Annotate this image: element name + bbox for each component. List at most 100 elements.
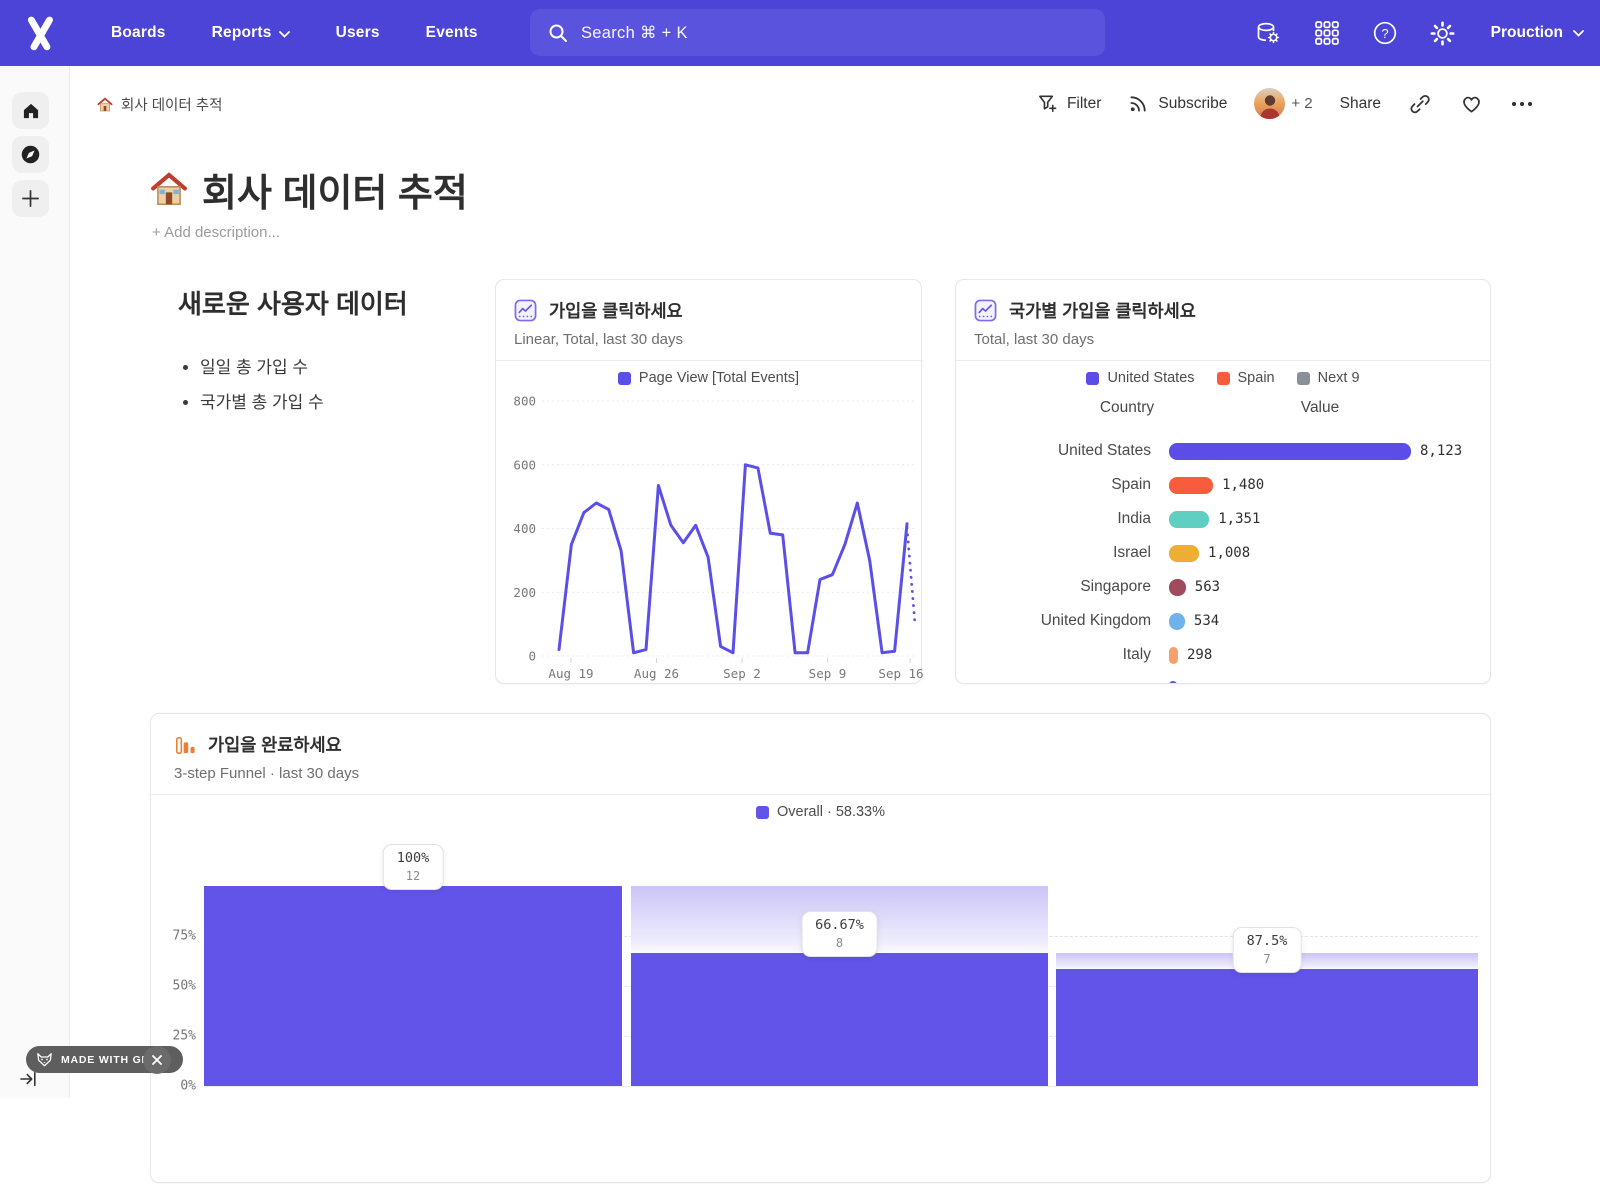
- countries-rows: United States8,123Spain1,480India1,351Is…: [956, 434, 1490, 684]
- nav-boards-label: Boards: [111, 24, 166, 42]
- table-row[interactable]: United States8,123: [956, 434, 1490, 468]
- project-selector[interactable]: Prouction: [1491, 24, 1584, 42]
- funnel-count-label: 12: [397, 869, 430, 883]
- country-label: India: [956, 510, 1151, 528]
- nav-users[interactable]: Users: [336, 24, 380, 42]
- apps-grid-icon[interactable]: [1313, 19, 1341, 47]
- country-label: United States: [956, 442, 1151, 460]
- line-legend: Page View [Total Events]: [496, 370, 921, 386]
- nav-reports-label: Reports: [212, 24, 272, 42]
- legend-label: United States: [1107, 370, 1194, 386]
- line-incomplete-tail: [907, 528, 915, 624]
- gear-icon: [1429, 20, 1456, 47]
- favorite-button[interactable]: [1459, 92, 1483, 116]
- text-card: 새로운 사용자 데이터 일일 총 가입 수 국가별 총 가입 수: [178, 284, 478, 423]
- data-management-icon[interactable]: [1255, 19, 1283, 47]
- country-bar[interactable]: [1169, 647, 1178, 664]
- country-label: Singapore: [956, 578, 1151, 596]
- settings-gear-icon[interactable]: [1429, 19, 1457, 47]
- countries-card-title[interactable]: 국가별 가입을 클릭하세요: [1009, 298, 1196, 323]
- subscribe-button[interactable]: Subscribe: [1128, 93, 1227, 114]
- add-description[interactable]: + Add description...: [152, 224, 280, 241]
- country-bar[interactable]: [1169, 613, 1185, 630]
- page-title: 회사 데이터 추적: [150, 162, 468, 217]
- country-value: 534: [1194, 613, 1219, 629]
- funnel-bar[interactable]: [1056, 969, 1478, 1086]
- table-row[interactable]: Israel1,008: [956, 536, 1490, 570]
- countries-card-header: 국가별 가입을 클릭하세요 Total, last 30 days: [956, 280, 1490, 361]
- table-row[interactable]: United Kingdom534: [956, 604, 1490, 638]
- table-row[interactable]: India1,351: [956, 502, 1490, 536]
- countries-chart-card[interactable]: 국가별 가입을 클릭하세요 Total, last 30 days United…: [955, 279, 1491, 684]
- funnel-chart-card[interactable]: 가입을 완료하세요 3-step Funnel · last 30 days O…: [150, 713, 1491, 1183]
- nav-events[interactable]: Events: [426, 24, 478, 42]
- filter-button[interactable]: Filter: [1037, 93, 1101, 114]
- nav-boards[interactable]: Boards: [111, 24, 166, 42]
- line-card-subtitle: Linear, Total, last 30 days: [514, 331, 903, 348]
- main-nav: Boards Reports Users Events: [88, 24, 501, 42]
- legend-swatch: [1217, 372, 1230, 385]
- plus-icon: [21, 189, 40, 208]
- search-input[interactable]: Search ⌘ + K: [530, 9, 1105, 56]
- mixpanel-logo[interactable]: [18, 11, 62, 55]
- countries-card-subtitle: Total, last 30 days: [974, 331, 1472, 348]
- line-chart-plot[interactable]: 0200400600800Aug 19Aug 26Sep 2Sep 9Sep 1…: [496, 388, 923, 684]
- line-card-title[interactable]: 가입을 클릭하세요: [549, 298, 683, 323]
- avatar: [1254, 88, 1285, 119]
- navbar-right: ? Prouction: [1255, 0, 1584, 66]
- funnel-pct-label: 100%: [397, 850, 430, 866]
- table-row-clipped[interactable]: [956, 672, 1490, 684]
- line-chart-card[interactable]: 가입을 클릭하세요 Linear, Total, last 30 days Pa…: [495, 279, 922, 684]
- country-bar[interactable]: [1169, 477, 1213, 494]
- funnel-y-label: 50%: [156, 979, 196, 994]
- bullet-item: 국가별 총 가입 수: [200, 388, 478, 413]
- table-row[interactable]: Italy298: [956, 638, 1490, 672]
- main-content: 회사 데이터 추적 Filter Subscribe: [70, 66, 1600, 1098]
- line-series[interactable]: [559, 465, 907, 653]
- sidebar-add-button[interactable]: [12, 180, 49, 217]
- country-bar[interactable]: [1169, 579, 1186, 596]
- close-icon: [152, 1055, 162, 1065]
- funnel-bar[interactable]: [204, 886, 622, 1086]
- funnel-y-label: 0%: [156, 1079, 196, 1094]
- link-icon: [1409, 93, 1431, 115]
- breadcrumb[interactable]: 회사 데이터 추적: [97, 94, 222, 115]
- breadcrumb-label: 회사 데이터 추적: [121, 94, 222, 115]
- house-emoji-icon: [150, 171, 188, 209]
- ellipsis-icon: [1511, 101, 1533, 107]
- collaborators[interactable]: + 2: [1254, 88, 1312, 119]
- more-options-button[interactable]: [1510, 92, 1534, 116]
- country-bar[interactable]: [1169, 681, 1177, 685]
- nav-reports[interactable]: Reports: [212, 24, 290, 42]
- help-icon[interactable]: ?: [1371, 19, 1399, 47]
- overlay-close-button[interactable]: [143, 1046, 171, 1074]
- page-title-text: 회사 데이터 추적: [202, 162, 468, 217]
- country-bar[interactable]: [1169, 511, 1209, 528]
- table-row[interactable]: Singapore563: [956, 570, 1490, 604]
- svg-text:Sep 9: Sep 9: [809, 666, 847, 681]
- table-row[interactable]: Spain1,480: [956, 468, 1490, 502]
- share-button[interactable]: Share: [1340, 95, 1381, 113]
- left-sidebar: [0, 66, 70, 1098]
- legend-item[interactable]: United States: [1086, 370, 1194, 386]
- svg-text:800: 800: [513, 394, 536, 409]
- sidebar-discover-button[interactable]: [12, 136, 49, 173]
- country-bar[interactable]: [1169, 443, 1411, 460]
- copy-link-button[interactable]: [1408, 92, 1432, 116]
- avatar-more-count: + 2: [1291, 95, 1312, 112]
- country-bar[interactable]: [1169, 545, 1199, 562]
- sidebar-collapse-button[interactable]: [20, 1071, 38, 1092]
- funnel-count-label: 7: [1247, 952, 1288, 966]
- funnel-pct-label: 66.67%: [815, 917, 864, 933]
- funnel-y-label: 75%: [156, 929, 196, 944]
- funnel-bar[interactable]: [631, 953, 1048, 1086]
- svg-text:400: 400: [513, 521, 536, 536]
- legend-item[interactable]: Page View [Total Events]: [618, 370, 799, 386]
- legend-label: Spain: [1238, 370, 1275, 386]
- legend-item[interactable]: Next 9: [1297, 370, 1360, 386]
- bar-chart-icon: [974, 299, 997, 322]
- bullet-item: 일일 총 가입 수: [200, 353, 478, 378]
- country-label: Spain: [956, 476, 1151, 494]
- legend-item[interactable]: Spain: [1217, 370, 1275, 386]
- sidebar-home-button[interactable]: [12, 92, 49, 129]
